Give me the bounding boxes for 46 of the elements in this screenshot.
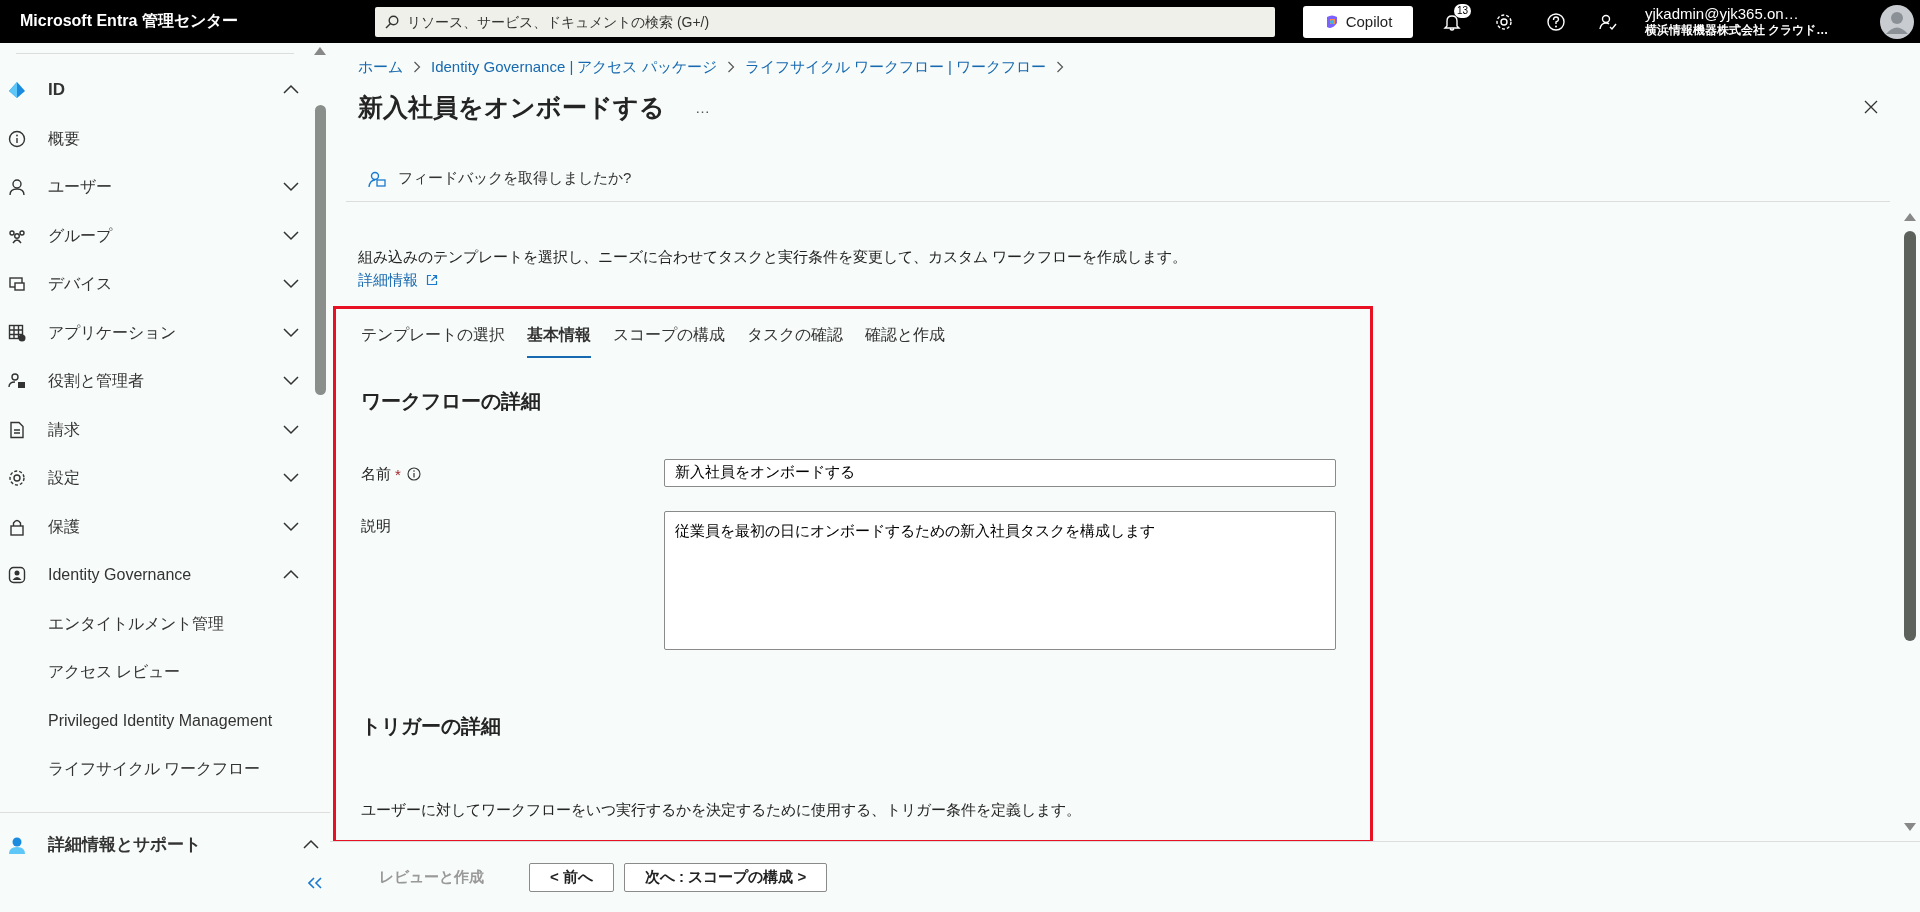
nav-item[interactable]: ID (8, 66, 310, 115)
nav-item[interactable]: ライフサイクル ワークフロー (8, 745, 310, 794)
nav-item[interactable]: グループ (8, 211, 310, 260)
nav-item[interactable]: 保護 (8, 502, 310, 551)
brand-title[interactable]: Microsoft Entra 管理センター (20, 11, 365, 32)
description-field[interactable]: 従業員を最初の日にオンボードするための新入社員タスクを構成します (664, 510, 1336, 650)
nav-item[interactable]: Identity Governance (8, 551, 310, 600)
nav-item[interactable]: ユーザー (8, 163, 310, 212)
nav-item[interactable]: デバイス (8, 260, 310, 309)
nav-item[interactable]: Privileged Identity Management (8, 696, 310, 745)
tab[interactable]: スコープの構成 (613, 318, 725, 358)
nav-item[interactable]: アクセス レビュー (8, 648, 310, 697)
field-label: 説明 (361, 516, 391, 536)
section-heading: トリガーの詳細 (361, 713, 502, 739)
notification-count: 13 (1454, 3, 1472, 18)
feedback-link[interactable]: フィードバックを取得しましたか? (368, 169, 632, 188)
tab[interactable]: 確認と作成 (865, 318, 945, 358)
nav-item[interactable]: 概要 (8, 114, 310, 163)
intro-text: 組み込みのテンプレートを選択し、ニーズに合わせてタスクと実行条件を変更して、カスタム ワークフローを作成します。 (358, 247, 1189, 267)
breadcrumb-link[interactable]: ライフサイクル ワークフロー | ワークフロー (744, 57, 1047, 77)
nav-item[interactable]: アプリケーション (8, 308, 310, 357)
tab[interactable]: タスクの確認 (747, 318, 843, 358)
account-organization: 横浜情報機器株式会社 クラウド… (1645, 22, 1830, 39)
copilot-label: Copilot (1345, 13, 1393, 30)
breadcrumb-link[interactable]: ホーム (358, 57, 403, 77)
page-title: 新入社員をオンボードする (358, 91, 665, 123)
footer-button[interactable]: 次へ : スコープの構成 > (623, 862, 828, 892)
required-mark: * (395, 465, 401, 483)
tab[interactable]: テンプレートの選択 (361, 318, 505, 358)
nav-item[interactable]: 詳細情報とサポート (8, 825, 330, 865)
account-email[interactable]: yjkadmin@yjk365.on… (1645, 4, 1841, 22)
breadcrumb-link[interactable]: Identity Governance | アクセス パッケージ (431, 57, 717, 77)
nav-item[interactable]: エンタイトルメント管理 (8, 599, 310, 648)
nav-item[interactable]: 役割と管理者 (8, 357, 310, 406)
section-description: ユーザーに対してワークフローをいつ実行するかを決定するために使用する、トリガー条件を定義します。 (361, 800, 1082, 820)
field-label: 名前 (361, 464, 391, 484)
nav-item[interactable]: 設定 (8, 454, 310, 503)
footer-button[interactable]: < 前へ (529, 862, 614, 892)
copilot-button[interactable]: Copilot (1303, 5, 1413, 38)
search-field[interactable]: リソース、サービス、ドキュメントの検索 (G+/) (375, 6, 1275, 37)
section-heading: ワークフローの詳細 (361, 388, 542, 414)
nav-item[interactable]: 請求 (8, 405, 310, 454)
more-button[interactable]: … (689, 97, 716, 117)
learn-more-link[interactable]: 詳細情報 (358, 270, 438, 290)
name-field[interactable]: 新入社員をオンボードする (664, 458, 1336, 487)
tab[interactable]: 基本情報 (527, 318, 591, 358)
